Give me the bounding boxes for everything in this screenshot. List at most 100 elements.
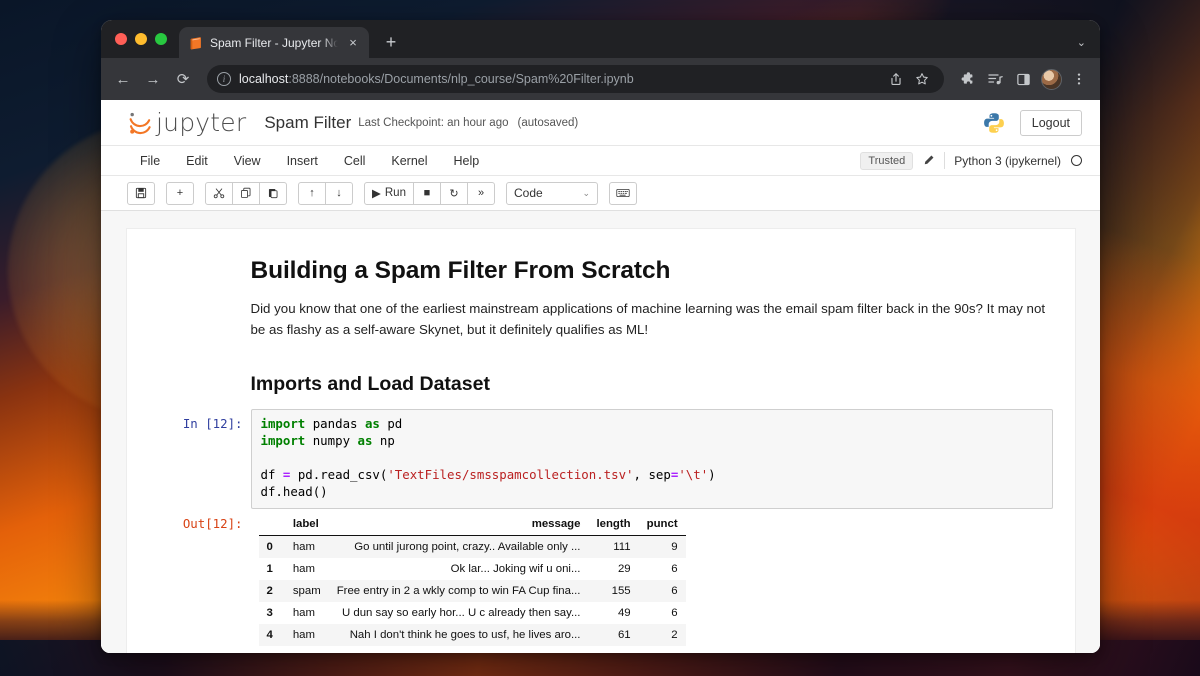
row-index: 4 [259,624,279,646]
row-index: 3 [259,602,279,624]
cell-punct: 2 [639,624,686,646]
code-head-call: df.head() [261,484,328,499]
restart-and-run-all-button[interactable]: » [467,182,495,205]
code-str-sep: '\t' [678,467,708,482]
col-punct: punct [639,513,686,536]
table-row: 4 ham Nah I don't think he goes to usf, … [259,624,686,646]
toolbar-group-move: ↑ ↓ [298,182,353,205]
jupyter-toolbar: + [101,176,1100,211]
paste-cell-button[interactable] [259,182,287,205]
tab-search-chevron-icon[interactable]: ⌄ [1077,36,1086,49]
browser-window: Spam Filter - Jupyter Notebook × + ⌄ ← →… [101,20,1100,653]
forward-button[interactable]: → [139,65,167,93]
cell-message: Go until jurong point, crazy.. Available… [329,535,589,558]
bookmark-star-icon[interactable] [910,67,934,91]
autosaved-label: (autosaved) [518,117,579,129]
trusted-badge: Trusted [860,152,913,170]
menu-insert[interactable]: Insert [274,154,331,168]
cell-message: Free entry in 2 a wkly comp to win FA Cu… [329,580,589,602]
logout-button[interactable]: Logout [1020,110,1082,136]
reading-list-icon[interactable] [982,66,1008,92]
menu-file[interactable]: File [127,154,173,168]
cell-length: 111 [588,535,638,558]
cell-label: ham [279,602,329,624]
code-df-var: df [261,467,283,482]
site-info-icon[interactable]: i [217,72,231,86]
menu-cell[interactable]: Cell [331,154,379,168]
browser-tab[interactable]: Spam Filter - Jupyter Notebook × [179,27,369,58]
row-index: 1 [259,558,279,580]
cell-punct: 9 [639,535,686,558]
url-text: localhost:8888/notebooks/Documents/nlp_c… [239,72,634,86]
copy-cell-button[interactable] [232,182,260,205]
code-alias1: pd [380,416,402,431]
close-tab-button[interactable]: × [345,35,361,51]
cut-cell-button[interactable] [205,182,233,205]
cell-message: U dun say so early hor... U c already th… [329,602,589,624]
jupyter-logo[interactable]: jupyter [127,108,246,137]
move-cell-up-button[interactable]: ↑ [298,182,326,205]
row-index: 2 [259,580,279,602]
move-cell-down-button[interactable]: ↓ [325,182,353,205]
command-palette-button[interactable] [609,182,637,205]
table-row: 2 spam Free entry in 2 a wkly comp to wi… [259,580,686,602]
cell-length: 29 [588,558,638,580]
col-length: length [588,513,638,536]
run-cell-button[interactable]: ▶ Run [364,182,414,205]
back-button[interactable]: ← [109,65,137,93]
share-icon[interactable] [884,67,908,91]
close-window-button[interactable] [115,33,127,45]
navigation-bar: ← → ⟳ i localhost:8888/notebooks/Documen… [101,58,1100,100]
cell-label: ham [279,558,329,580]
table-row: 0 ham Go until jurong point, crazy.. Ava… [259,535,686,558]
dataframe-table: label message length punct 0 [259,513,686,646]
menu-help[interactable]: Help [441,154,493,168]
jupyter-wordmark: jupyter [156,108,246,137]
code-sep-arg: , sep [634,467,671,482]
cell-punct: 6 [639,602,686,624]
col-message: message [329,513,589,536]
menu-view[interactable]: View [221,154,274,168]
notebook-name[interactable]: Spam Filter [264,113,351,133]
divider [944,152,945,169]
intro-paragraph: Did you know that one of the earliest ma… [251,298,1053,340]
minimize-window-button[interactable] [135,33,147,45]
reload-button[interactable]: ⟳ [169,65,197,93]
cell-length: 61 [588,624,638,646]
extensions-puzzle-icon[interactable] [954,66,980,92]
save-button[interactable] [127,182,155,205]
restart-kernel-button[interactable]: ↻ [440,182,468,205]
maximize-window-button[interactable] [155,33,167,45]
jupyter-book-favicon-icon [189,36,203,50]
cell-label: ham [279,535,329,558]
table-row: 1 ham Ok lar... Joking wif u oni... 29 6 [259,558,686,580]
new-tab-button[interactable]: + [377,28,405,56]
interrupt-kernel-button[interactable]: ■ [413,182,441,205]
cell-type-select[interactable]: Code ⌄ [506,182,598,205]
menubar-status: Trusted Python 3 (ipykernel) [860,152,1082,170]
toolbar-group-run: ▶ Run ■ ↻ » [364,182,495,205]
insert-cell-below-button[interactable]: + [166,182,194,205]
python-icon [982,111,1006,135]
code-editor[interactable]: import pandas as pd import numpy as np d… [251,409,1053,509]
table-row: 3 ham U dun say so early hor... U c alre… [259,602,686,624]
code-kw-as1: as [365,416,380,431]
menu-kernel[interactable]: Kernel [378,154,440,168]
run-label: Run [385,187,406,199]
menu-edit[interactable]: Edit [173,154,221,168]
code-str-path: 'TextFiles/smsspamcollection.tsv' [387,467,633,482]
side-panel-icon[interactable] [1010,66,1036,92]
profile-avatar[interactable] [1038,66,1064,92]
jupyter-menubar: File Edit View Insert Cell Kernel Help T… [101,146,1100,176]
omnibox-actions [884,67,934,91]
cell-length: 49 [588,602,638,624]
avatar-image [1041,69,1062,90]
address-bar[interactable]: i localhost:8888/notebooks/Documents/nlp… [207,65,944,93]
code-kw-as2: as [357,433,372,448]
table-header-row: label message length punct [259,513,686,536]
toolbar-group-edit [205,182,287,205]
kernel-name-label[interactable]: Python 3 (ipykernel) [954,154,1061,168]
url-path: :8888/notebooks/Documents/nlp_course/Spa… [288,72,633,86]
section-heading-imports: Imports and Load Dataset [251,373,1053,396]
three-dot-menu-icon[interactable] [1066,66,1092,92]
